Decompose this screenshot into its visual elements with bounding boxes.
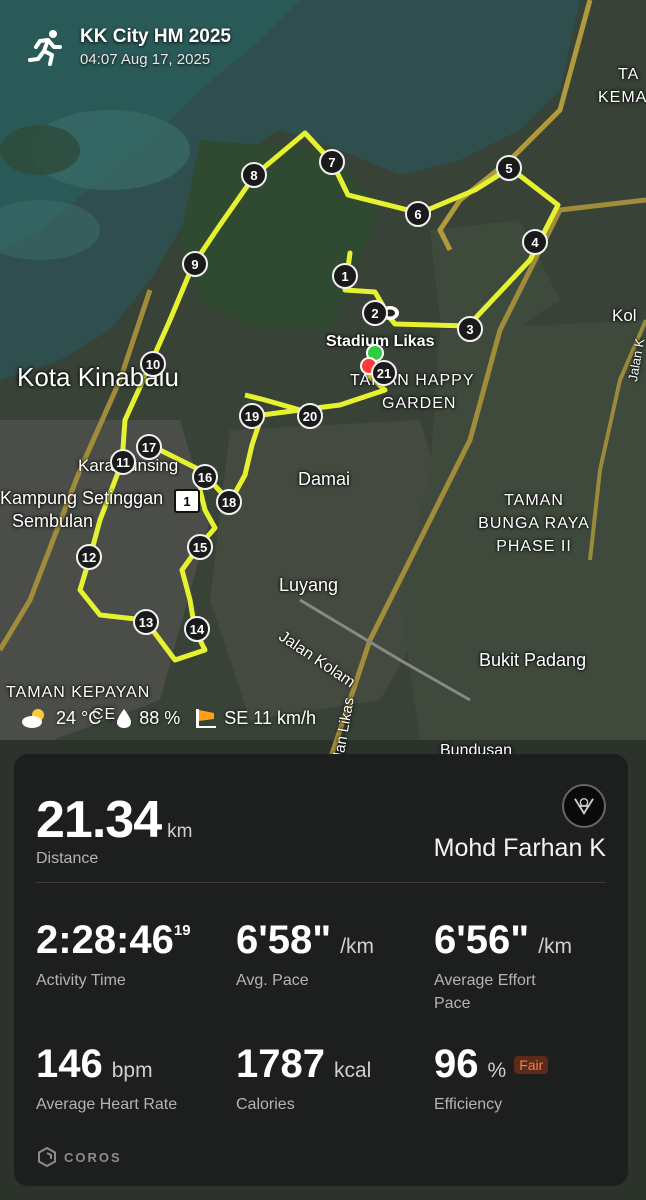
calories-label: Calories — [236, 1096, 295, 1113]
place-bukit-padang: Bukit Padang — [479, 650, 587, 670]
km-marker[interactable]: 11 — [110, 449, 136, 475]
place-damai: Damai — [298, 469, 351, 489]
wind-flag-icon — [196, 709, 217, 728]
place-taman-bunga: TAMAN — [504, 492, 564, 509]
km-marker[interactable]: 18 — [216, 489, 242, 515]
distance-unit: km — [167, 821, 193, 842]
heart-rate-unit: bpm — [111, 1059, 153, 1082]
km-marker[interactable]: 17 — [136, 434, 162, 460]
activity-time-label: Activity Time — [36, 972, 126, 989]
temperature-value: 24 °C — [56, 707, 102, 728]
km-marker[interactable]: 21 — [371, 360, 397, 386]
athlete-name: Mohd Farhan K — [433, 834, 606, 862]
heart-rate-stat: 146 bpm Average Heart Rate — [36, 1042, 177, 1116]
distance-value: 21.34 — [36, 791, 162, 849]
effort-pace-label: Average Effort Pace — [434, 969, 572, 1015]
effort-pace-value: 6'56" — [434, 918, 530, 962]
km-marker[interactable]: 3 — [457, 316, 483, 342]
km-marker[interactable]: 7 — [319, 149, 345, 175]
km-marker[interactable]: 5 — [496, 155, 522, 181]
avg-pace-value: 6'58" — [236, 918, 332, 962]
heart-rate-value: 146 — [36, 1042, 103, 1086]
efficiency-unit: % — [487, 1059, 507, 1082]
efficiency-stat: 96 % Fair Efficiency — [434, 1042, 549, 1116]
efficiency-value: 96 — [434, 1042, 479, 1086]
calories-unit: kcal — [333, 1059, 372, 1082]
activity-time-hundredths: 19 — [173, 922, 191, 939]
weather-row: 24 °C 88 % SE 11 km/h — [20, 707, 330, 729]
km-marker[interactable]: 12 — [76, 544, 102, 570]
running-icon — [28, 30, 62, 66]
km-marker[interactable]: 9 — [182, 251, 208, 277]
wind-value: SE 11 km/h — [224, 707, 316, 728]
effort-pace-unit: /km — [538, 935, 573, 958]
brand-name: COROS — [64, 1149, 122, 1165]
effort-pace-stat: 6'56" /km Average Effort Pace — [434, 918, 572, 1015]
avatar[interactable] — [562, 784, 606, 828]
place-kampung: Kampung Setinggan — [0, 488, 164, 508]
activity-title: KK City HM 2025 — [80, 26, 231, 47]
activity-header: KK City HM 2025 04:07 Aug 17, 2025 — [26, 26, 231, 68]
temperature: 24 °C — [20, 707, 101, 729]
partly-cloudy-icon — [22, 709, 44, 728]
place-garden: GARDEN — [382, 395, 457, 412]
km-marker[interactable]: 20 — [297, 403, 323, 429]
place-kol: Kol — [612, 306, 637, 325]
place-ta: TA — [618, 66, 640, 83]
activity-datetime: 04:07 Aug 17, 2025 — [80, 51, 211, 68]
wind: SE 11 km/h — [194, 707, 316, 729]
km-marker[interactable]: 13 — [133, 609, 159, 635]
stats-card: 21.34 km Distance Mohd Farhan K 2:28:46 … — [14, 754, 628, 1186]
effort-pace-label-line2: Pace — [434, 995, 471, 1012]
divider — [36, 882, 606, 883]
brand-logo: COROS — [36, 1146, 122, 1168]
distance-stat: 21.34 km Distance — [36, 790, 192, 868]
place-luyang: Luyang — [279, 575, 339, 595]
place-sembulan: Sembulan — [12, 511, 94, 531]
km-marker[interactable]: 2 — [362, 300, 388, 326]
km-marker[interactable]: 1 — [332, 263, 358, 289]
coros-logo-icon — [38, 1146, 56, 1168]
km-marker[interactable]: 10 — [140, 351, 166, 377]
water-drop-icon — [117, 709, 132, 728]
distance-label: Distance — [36, 850, 99, 867]
avg-pace-label: Avg. Pace — [236, 972, 309, 989]
humidity: 88 % — [115, 707, 180, 729]
km-marker[interactable]: 8 — [241, 162, 267, 188]
km-marker[interactable]: 16 — [192, 464, 218, 490]
km-marker[interactable]: 4 — [522, 229, 548, 255]
km-marker[interactable]: 14 — [184, 616, 210, 642]
km-marker[interactable]: 6 — [405, 201, 431, 227]
km-marker[interactable]: 15 — [187, 534, 213, 560]
place-kema: KEMA — [598, 89, 646, 106]
humidity-value: 88 % — [139, 707, 181, 728]
place-bunga-raya: BUNGA RAYA — [478, 515, 590, 532]
road-shield: 1 — [174, 489, 200, 513]
activity-time-stat: 2:28:46 19 Activity Time — [36, 918, 191, 992]
efficiency-badge: Fair — [514, 1055, 549, 1074]
effort-pace-label-line1: Average Effort — [434, 972, 536, 989]
place-phase: PHASE II — [496, 538, 572, 555]
efficiency-label: Efficiency — [434, 1096, 503, 1113]
km-marker[interactable]: 19 — [239, 403, 265, 429]
calories-stat: 1787 kcal Calories — [236, 1042, 371, 1116]
calories-value: 1787 — [236, 1042, 325, 1086]
place-taman-kepayan: TAMAN KEPAYAN — [6, 684, 151, 701]
heart-rate-label: Average Heart Rate — [36, 1096, 178, 1113]
avg-pace-stat: 6'58" /km Avg. Pace — [236, 918, 374, 992]
activity-time-value: 2:28:46 — [36, 918, 174, 962]
avg-pace-unit: /km — [340, 935, 375, 958]
